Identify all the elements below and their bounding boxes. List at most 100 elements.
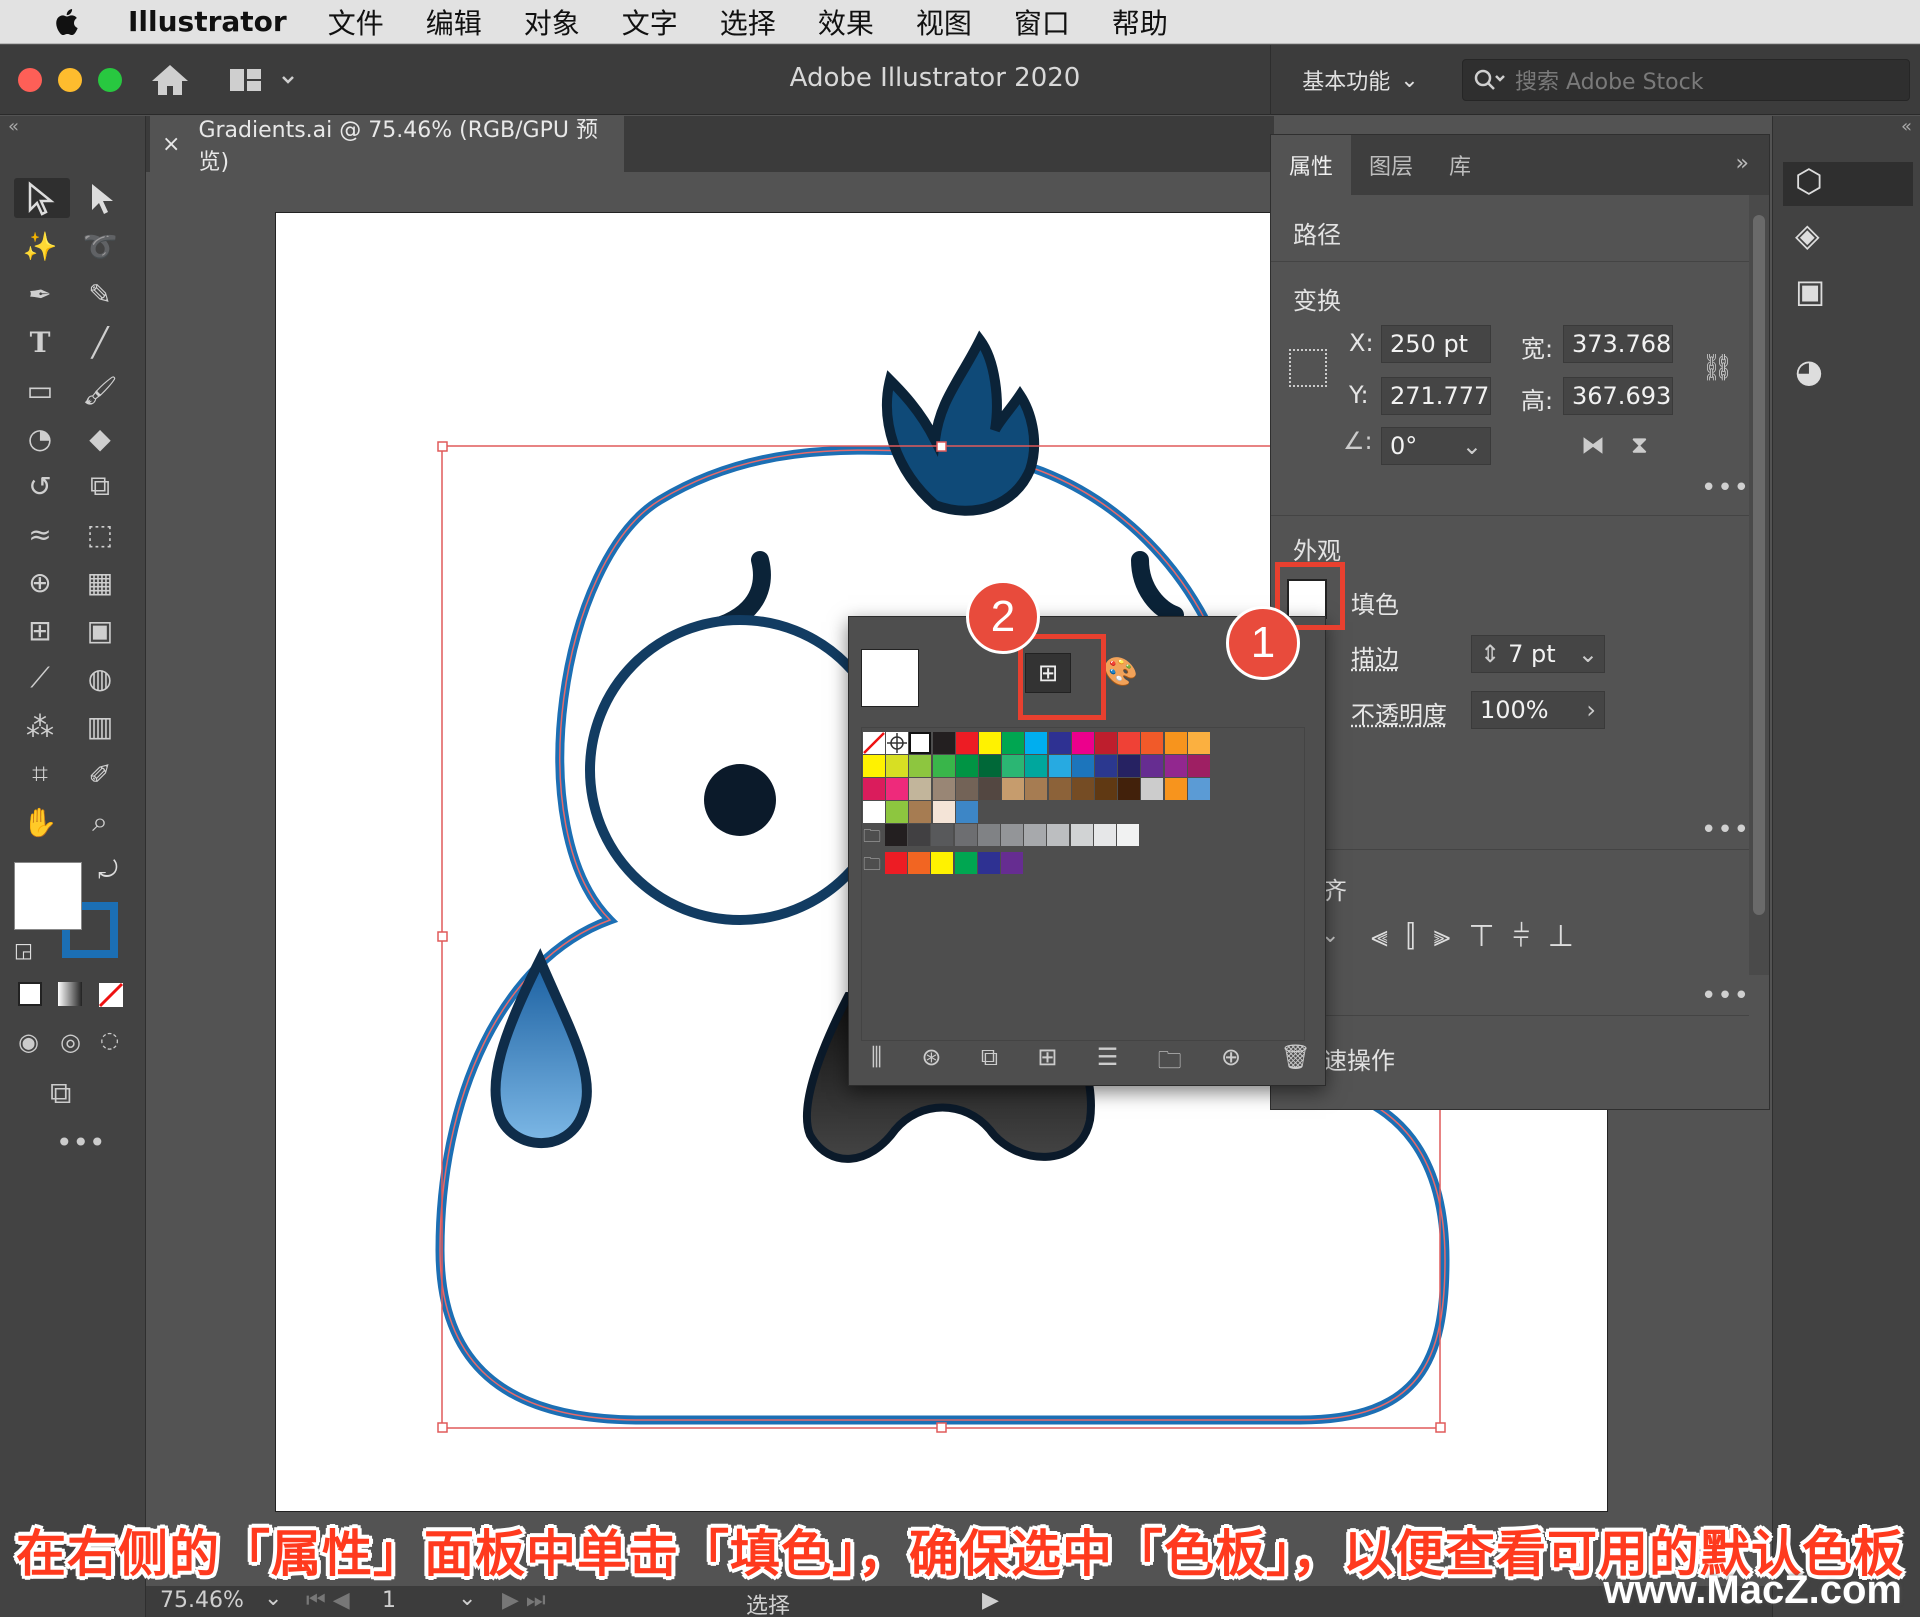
swatch[interactable] (1187, 755, 1210, 777)
white-swatch[interactable] (909, 732, 932, 754)
align-buttons[interactable]: ⫷⫿⫸⊤⫩⊥ (1371, 919, 1592, 954)
opacity-label[interactable]: 不透明度 (1351, 695, 1447, 730)
swatch[interactable] (931, 824, 954, 846)
draw-behind-icon[interactable]: ◎ (60, 1028, 81, 1056)
color-guide-panel-icon[interactable]: ◕ (1795, 352, 1823, 390)
swatch[interactable] (1025, 778, 1048, 800)
align-more-icon[interactable]: ••• (1701, 981, 1750, 1011)
swatch[interactable] (932, 801, 955, 823)
swatch[interactable] (886, 778, 909, 800)
rotate-tool-icon[interactable]: ↺ (20, 466, 60, 506)
fill-color-box[interactable] (14, 862, 82, 930)
swatch-options-icon[interactable]: ⊞ (1037, 1043, 1057, 1084)
swap-fill-stroke-icon[interactable]: ⤾ (98, 856, 118, 884)
collapse-dock-icon[interactable]: « (1901, 116, 1912, 137)
x-input[interactable]: 250 pt (1381, 325, 1491, 363)
swatch[interactable] (1002, 755, 1025, 777)
column-graph-tool-icon[interactable]: ▥ (80, 706, 120, 746)
width-input[interactable]: 373.768 (1563, 325, 1673, 363)
stroke-label[interactable]: 描边 (1351, 639, 1399, 674)
swatch[interactable] (1164, 778, 1187, 800)
swatch[interactable] (886, 755, 909, 777)
swatch[interactable] (1071, 755, 1094, 777)
swatch[interactable] (1070, 824, 1093, 846)
swatch[interactable] (955, 778, 978, 800)
gradient-tool-icon[interactable]: ▣ (80, 610, 120, 650)
swatch[interactable] (1164, 732, 1187, 754)
swatch[interactable] (1095, 732, 1117, 754)
stroke-weight-input[interactable]: ⇕ 7 pt ⌄ (1471, 635, 1605, 673)
paintbrush-tool-icon[interactable]: 🖌 (80, 370, 120, 410)
swatch-kind-icon[interactable]: ⊛ (921, 1043, 941, 1084)
opacity-input[interactable]: 100% › (1471, 691, 1605, 729)
first-artboard-icon[interactable]: ⏮ ◀ (306, 1588, 350, 1613)
swatch[interactable] (1118, 755, 1141, 777)
swatch[interactable] (1002, 732, 1025, 754)
swatch[interactable] (955, 755, 978, 777)
swatch[interactable] (979, 732, 1001, 754)
swatch[interactable] (955, 732, 978, 754)
swatch[interactable] (1141, 755, 1164, 777)
swatch[interactable] (1071, 778, 1094, 800)
swatch[interactable] (1047, 824, 1070, 846)
free-transform-tool-icon[interactable]: ⬚ (80, 514, 120, 554)
swatch[interactable] (1117, 824, 1139, 846)
swatch[interactable] (931, 852, 954, 874)
constrain-proportions-icon[interactable]: ⛓ (1701, 353, 1734, 383)
shape-builder-tool-icon[interactable]: ⊕ (20, 562, 60, 602)
swatch[interactable] (977, 852, 1000, 874)
swatch[interactable] (1048, 778, 1071, 800)
menu-window[interactable]: 窗口 (1014, 2, 1070, 42)
swatch[interactable] (1071, 732, 1094, 754)
zoom-tool-icon[interactable]: ⌕ (80, 802, 120, 842)
swatch[interactable] (863, 755, 885, 777)
swatch[interactable] (955, 801, 978, 823)
swatch[interactable] (1118, 732, 1141, 754)
workspace-switcher[interactable]: 基本功能 ⌄ (1270, 45, 1450, 115)
menu-view[interactable]: 视图 (916, 2, 972, 42)
swatch[interactable] (1024, 824, 1047, 846)
scale-tool-icon[interactable]: ⧉ (80, 466, 120, 506)
menu-select[interactable]: 选择 (720, 2, 776, 42)
stepper-icon[interactable]: ⇕ (1480, 640, 1500, 668)
color-mode-icon[interactable] (18, 982, 42, 1006)
tab-layers[interactable]: 图层 (1351, 135, 1431, 195)
stock-search-input[interactable]: 搜索 Adobe Stock (1462, 59, 1910, 101)
delete-swatch-icon[interactable]: 🗑 (1280, 1043, 1310, 1084)
swatch[interactable] (1187, 732, 1210, 754)
angle-input[interactable]: 0° ⌄ (1381, 427, 1491, 465)
flip-horizontal-icon[interactable]: ⧓ (1581, 431, 1605, 459)
new-swatch-icon[interactable]: ⊕ (1221, 1043, 1241, 1084)
swatch[interactable] (1095, 755, 1117, 777)
artboard-tool-icon[interactable]: ⌗ (20, 754, 60, 794)
swatch[interactable] (1093, 824, 1116, 846)
swatch[interactable] (1118, 778, 1141, 800)
registration-swatch[interactable] (886, 732, 909, 754)
magic-wand-tool-icon[interactable]: ✨ (20, 226, 60, 266)
swatch[interactable] (863, 801, 885, 823)
swatch[interactable] (1001, 824, 1023, 846)
swatch[interactable] (979, 778, 1001, 800)
draw-inside-icon[interactable]: ◌ (100, 1028, 119, 1053)
none-mode-icon[interactable] (98, 982, 124, 1008)
libraries-panel-icon[interactable]: ▣ (1795, 272, 1825, 310)
swatch[interactable] (909, 778, 932, 800)
swatch[interactable] (1187, 778, 1210, 800)
appearance-more-icon[interactable]: ••• (1701, 815, 1750, 845)
swatch[interactable] (932, 755, 955, 777)
swatch[interactable] (977, 824, 1000, 846)
swatch[interactable] (1002, 778, 1025, 800)
swatch[interactable] (1048, 755, 1071, 777)
new-color-group-icon[interactable]: 🗀 (1158, 1043, 1182, 1084)
draw-normal-icon[interactable]: ◉ (18, 1028, 39, 1056)
swatch[interactable] (1141, 778, 1164, 800)
status-menu-icon[interactable]: ▶ (982, 1588, 999, 1613)
shaper-tool-icon[interactable]: ◔ (20, 418, 60, 458)
blend-tool-icon[interactable]: ◍ (80, 658, 120, 698)
none-swatch[interactable] (863, 732, 885, 754)
transform-more-icon[interactable]: ••• (1701, 473, 1750, 503)
panel-scrollbar[interactable] (1749, 195, 1769, 975)
swatch[interactable] (1025, 732, 1048, 754)
swatch[interactable] (909, 801, 932, 823)
swatch[interactable] (1048, 732, 1071, 754)
